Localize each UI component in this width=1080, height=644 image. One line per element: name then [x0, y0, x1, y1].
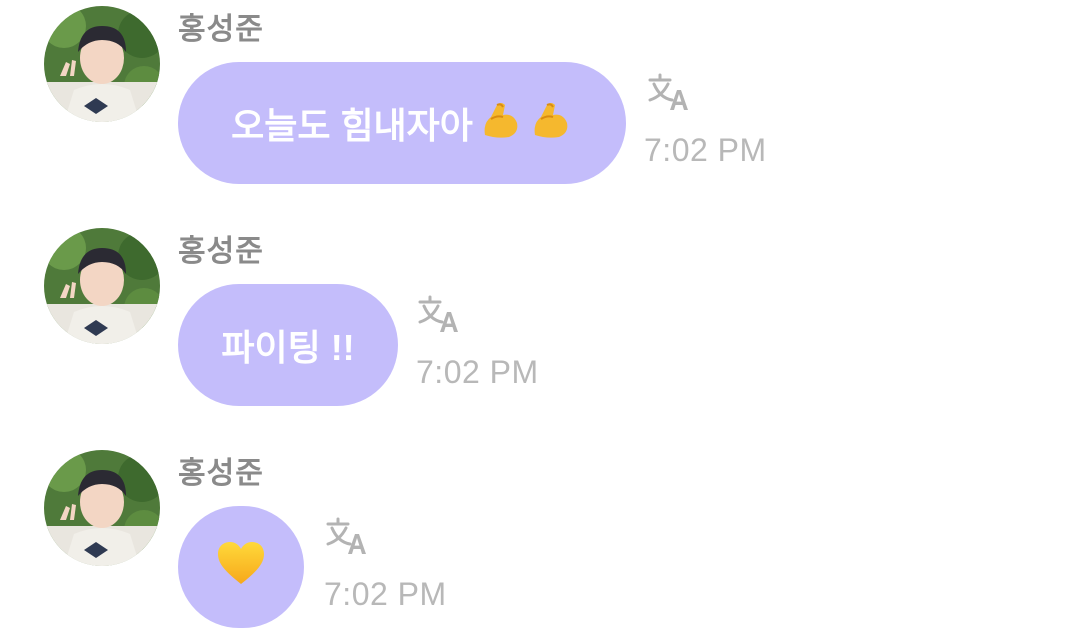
- yellow-heart-icon: [216, 540, 266, 595]
- avatar[interactable]: [44, 450, 160, 566]
- flexed-biceps-icon: [529, 97, 573, 150]
- flexed-biceps-icon: [479, 97, 523, 150]
- message-row: 홍성준 7:02 PM: [0, 444, 1080, 644]
- chat-thread: 홍성준 오늘도 힘내자아 7:02 PM 홍성준 파이팅 !! 7:02 PM …: [0, 0, 1080, 644]
- sender-name: 홍성준: [178, 457, 264, 490]
- message-bubble[interactable]: 오늘도 힘내자아: [178, 62, 626, 184]
- timestamp: 7:02 PM: [416, 354, 539, 390]
- message-row: 홍성준 파이팅 !! 7:02 PM: [0, 222, 1080, 422]
- message-bubble[interactable]: 파이팅 !!: [178, 284, 398, 406]
- timestamp: 7:02 PM: [644, 132, 767, 168]
- message-text: 오늘도 힘내자아: [231, 105, 473, 146]
- message-row: 홍성준 오늘도 힘내자아 7:02 PM: [0, 0, 1080, 200]
- message-text: 파이팅 !!: [221, 327, 355, 368]
- sender-name: 홍성준: [178, 235, 264, 268]
- translate-icon[interactable]: [646, 72, 690, 112]
- timestamp: 7:02 PM: [324, 576, 447, 612]
- translate-icon[interactable]: [324, 516, 368, 556]
- message-bubble[interactable]: [178, 506, 304, 628]
- avatar[interactable]: [44, 6, 160, 122]
- profile-photo: [44, 6, 160, 122]
- profile-photo: [44, 450, 160, 566]
- translate-icon[interactable]: [416, 294, 460, 334]
- sender-name: 홍성준: [178, 13, 264, 46]
- profile-photo: [44, 228, 160, 344]
- avatar[interactable]: [44, 228, 160, 344]
